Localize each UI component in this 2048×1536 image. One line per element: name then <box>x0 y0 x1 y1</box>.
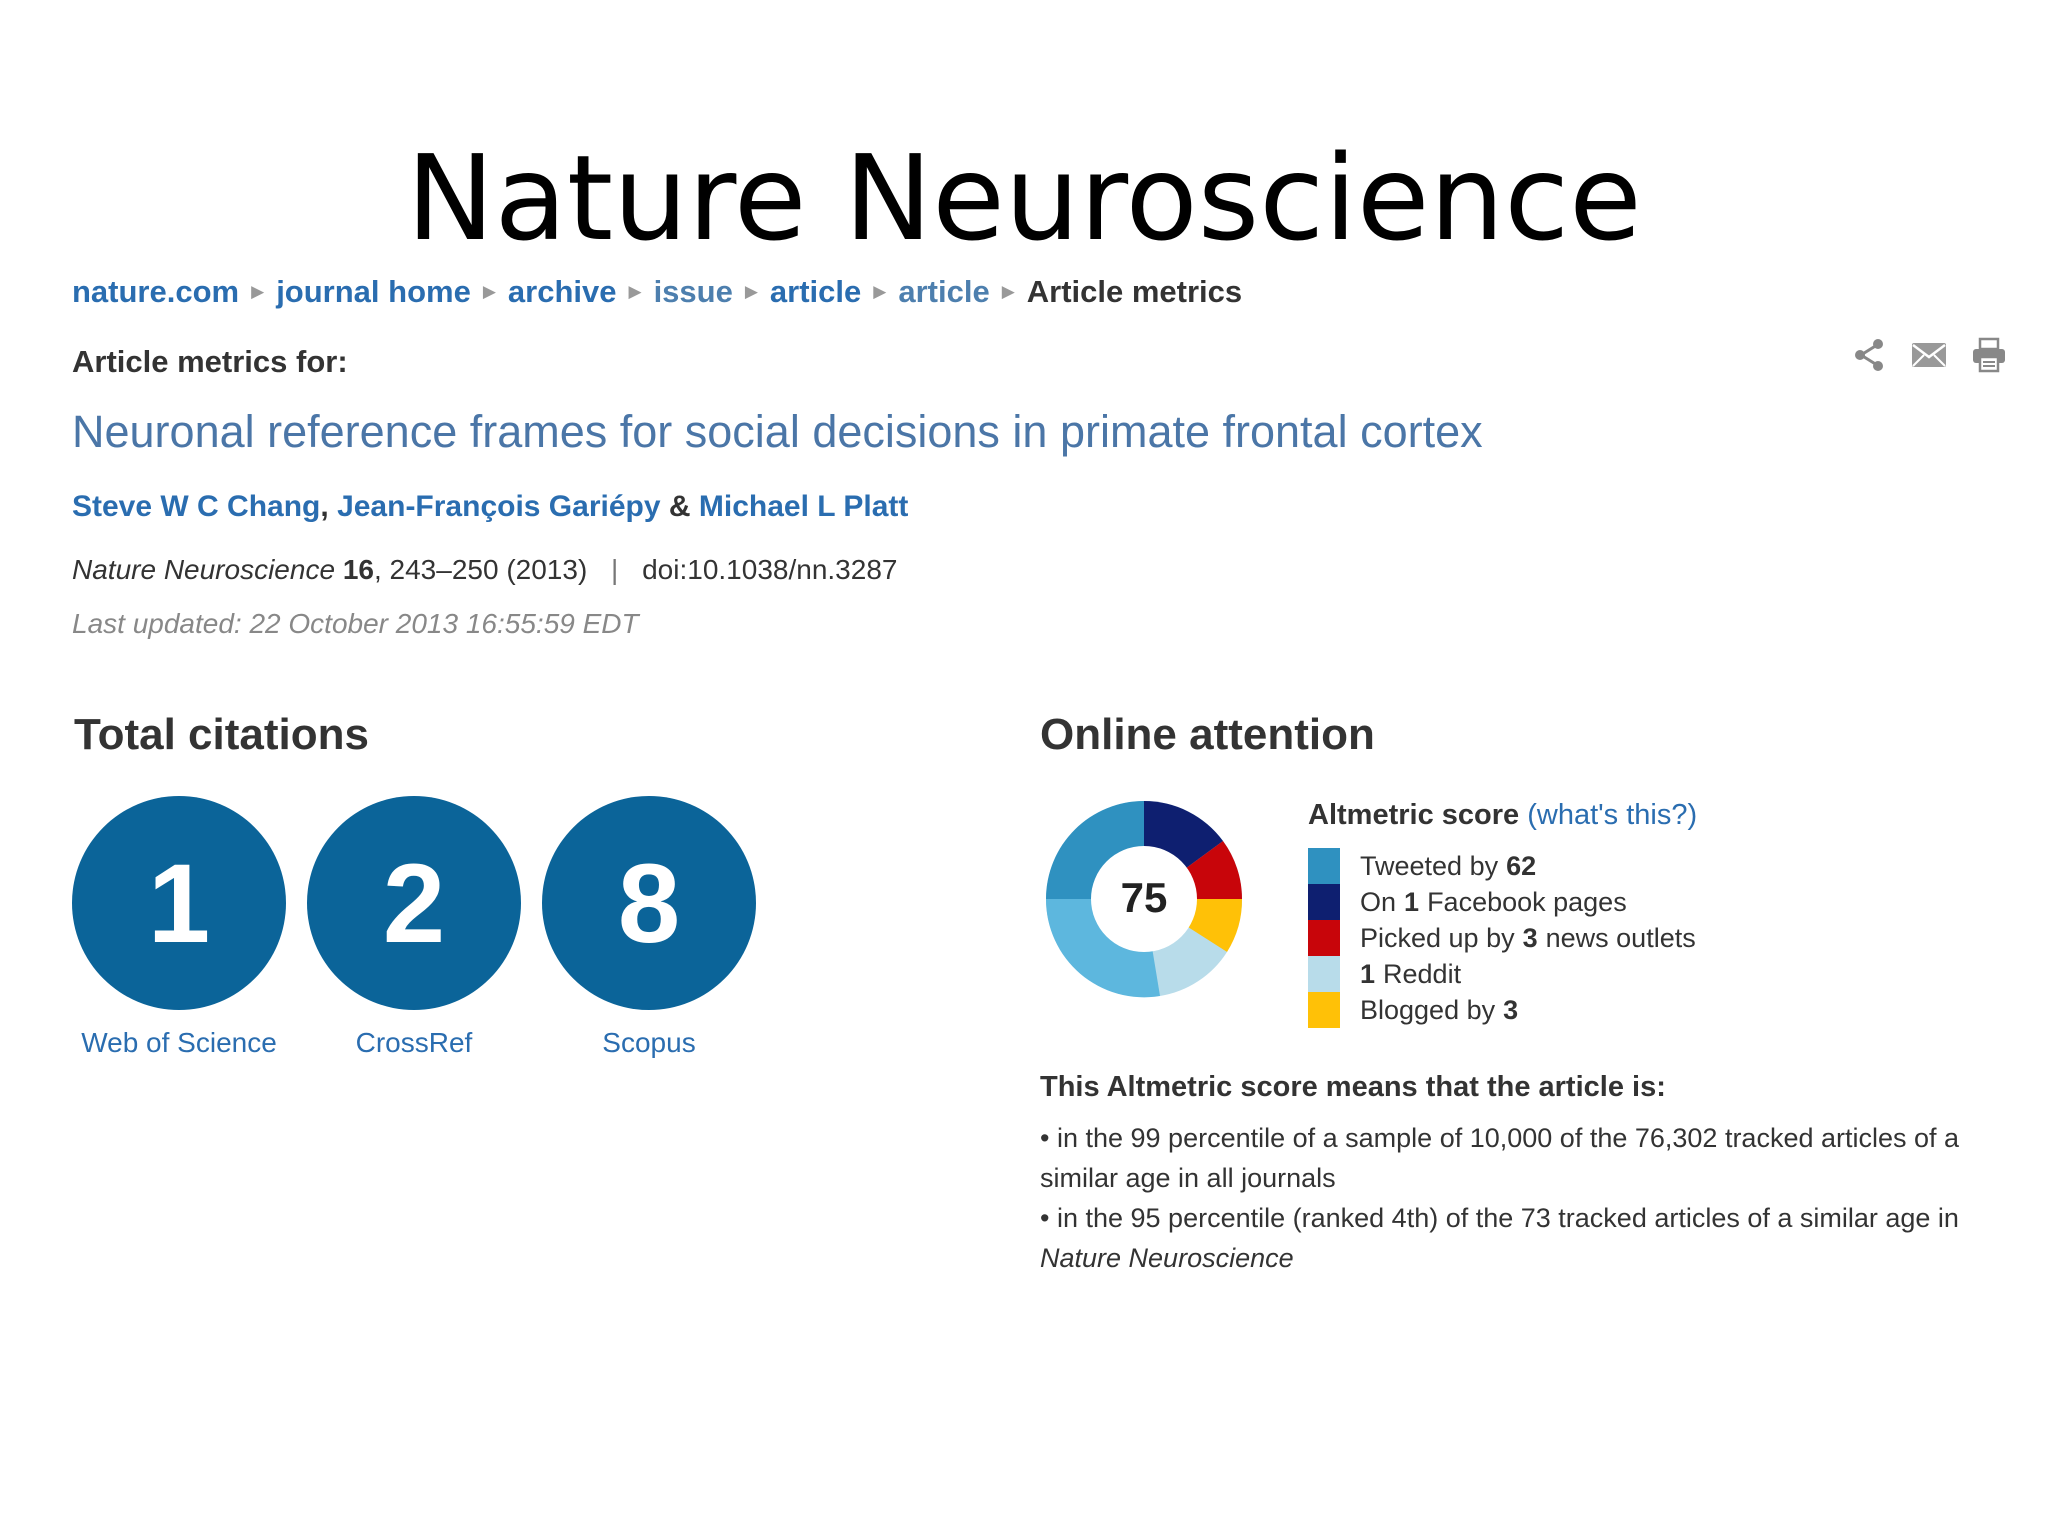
breadcrumb-issue[interactable]: issue <box>654 274 733 310</box>
scopus-link[interactable]: Scopus <box>529 1027 769 1059</box>
author-list: Steve W C Chang, Jean-François Gariépy &… <box>72 490 908 524</box>
altmetric-score-value: 75 <box>1120 874 1168 921</box>
legend-value: 3 <box>1503 994 1519 1025</box>
author-link[interactable]: Jean-François Gariépy <box>337 490 660 523</box>
legend-value: 1 <box>1404 886 1420 917</box>
blogs-swatch <box>1308 992 1340 1028</box>
slide-title: Nature Neuroscience <box>406 129 1642 267</box>
author-separator: , <box>320 490 329 523</box>
author-ampersand: & <box>668 490 691 523</box>
email-icon[interactable] <box>1910 336 1948 374</box>
legend-value: 3 <box>1522 922 1538 953</box>
news-swatch <box>1308 920 1340 956</box>
legend-prefix: Tweeted by <box>1360 850 1499 881</box>
citation-count-crossref[interactable]: 2 <box>307 796 521 1010</box>
legend-suffix: news outlets <box>1545 922 1696 953</box>
web-of-science-link[interactable]: Web of Science <box>59 1027 299 1059</box>
breadcrumb: nature.com ▶ journal home ▶ archive ▶ is… <box>72 272 1242 312</box>
breadcrumb-article[interactable]: article <box>770 274 861 310</box>
breadcrumb-arrow-icon: ▶ <box>873 282 887 301</box>
legend-value: 1 <box>1360 958 1376 989</box>
legend-prefix: Picked up by <box>1360 922 1515 953</box>
total-citations-heading: Total citations <box>74 710 369 759</box>
breadcrumb-journal-home[interactable]: journal home <box>276 274 471 310</box>
legend-item-twitter[interactable]: Tweeted by 62 <box>1308 848 1696 884</box>
bullet-journal-name: Nature Neuroscience <box>1040 1243 1294 1273</box>
print-icon[interactable] <box>1970 336 2008 374</box>
breadcrumb-arrow-icon: ▶ <box>251 282 265 301</box>
breadcrumb-arrow-icon: ▶ <box>1001 282 1015 301</box>
article-metrics-heading: Article metrics for: <box>72 344 348 379</box>
last-updated: Last updated: 22 October 2013 16:55:59 E… <box>72 608 639 639</box>
share-icon[interactable] <box>1850 336 1888 374</box>
breadcrumb-current: Article metrics <box>1026 274 1243 309</box>
reddit-swatch <box>1308 956 1340 992</box>
breadcrumb-article-2[interactable]: article <box>898 274 989 310</box>
toolbar <box>1850 336 2008 374</box>
author-link[interactable]: Michael L Platt <box>699 490 909 523</box>
divider: | <box>611 554 619 585</box>
legend-item-blogs[interactable]: Blogged by 3 <box>1308 992 1696 1028</box>
bullet-text: in the 95 percentile (ranked 4th) of the… <box>1056 1203 1959 1233</box>
legend-item-news[interactable]: Picked up by 3 news outlets <box>1308 920 1696 956</box>
crossref-link[interactable]: CrossRef <box>294 1027 534 1059</box>
breadcrumb-archive[interactable]: archive <box>508 274 617 310</box>
publication-year: (2013) <box>506 554 588 585</box>
legend-item-reddit[interactable]: 1 Reddit <box>1308 956 1696 992</box>
score-meaning-list: • in the 99 percentile of a sample of 10… <box>1040 1118 1970 1278</box>
twitter-swatch <box>1308 848 1340 884</box>
citation-line: Nature Neuroscience 16, 243–250 (2013) |… <box>72 554 898 585</box>
legend-value: 62 <box>1506 850 1537 881</box>
breadcrumb-nature-com[interactable]: nature.com <box>72 274 239 310</box>
bullet-icon: • <box>1040 1203 1057 1233</box>
legend-prefix: On <box>1360 886 1397 917</box>
altmetric-score-heading: Altmetric score (what's this?) <box>1308 799 1697 832</box>
legend-prefix: Blogged by <box>1360 994 1496 1025</box>
list-item: • in the 95 percentile (ranked 4th) of t… <box>1040 1198 1970 1278</box>
author-link[interactable]: Steve W C Chang <box>72 490 320 523</box>
citation-count-scopus[interactable]: 8 <box>542 796 756 1010</box>
score-meaning-heading: This Altmetric score means that the arti… <box>1040 1071 1666 1103</box>
breadcrumb-arrow-icon: ▶ <box>628 282 642 301</box>
altmetric-score-label: Altmetric score <box>1308 799 1520 831</box>
breadcrumb-arrow-icon: ▶ <box>482 282 496 301</box>
volume-number: 16 <box>342 554 374 585</box>
journal-name: Nature Neuroscience <box>72 554 336 585</box>
doi: doi:10.1038/nn.3287 <box>642 554 898 585</box>
legend-suffix: Reddit <box>1383 958 1462 989</box>
facebook-swatch <box>1308 884 1340 920</box>
whats-this-link[interactable]: (what's this?) <box>1527 799 1697 831</box>
bullet-icon: • <box>1040 1123 1057 1153</box>
bullet-text: in the 99 percentile of a sample of 10,0… <box>1040 1123 1960 1193</box>
online-attention-heading: Online attention <box>1040 710 1375 759</box>
legend-suffix: Facebook pages <box>1427 886 1627 917</box>
page-range: 243–250 <box>389 554 499 585</box>
attention-legend: Tweeted by 62 On 1 Facebook pages Picked… <box>1308 848 1696 1028</box>
breadcrumb-arrow-icon: ▶ <box>744 282 758 301</box>
legend-item-facebook[interactable]: On 1 Facebook pages <box>1308 884 1696 920</box>
citation-count-web-of-science[interactable]: 1 <box>72 796 286 1010</box>
article-title[interactable]: Neuronal reference frames for social dec… <box>72 406 1483 458</box>
list-item: • in the 99 percentile of a sample of 10… <box>1040 1118 1970 1198</box>
